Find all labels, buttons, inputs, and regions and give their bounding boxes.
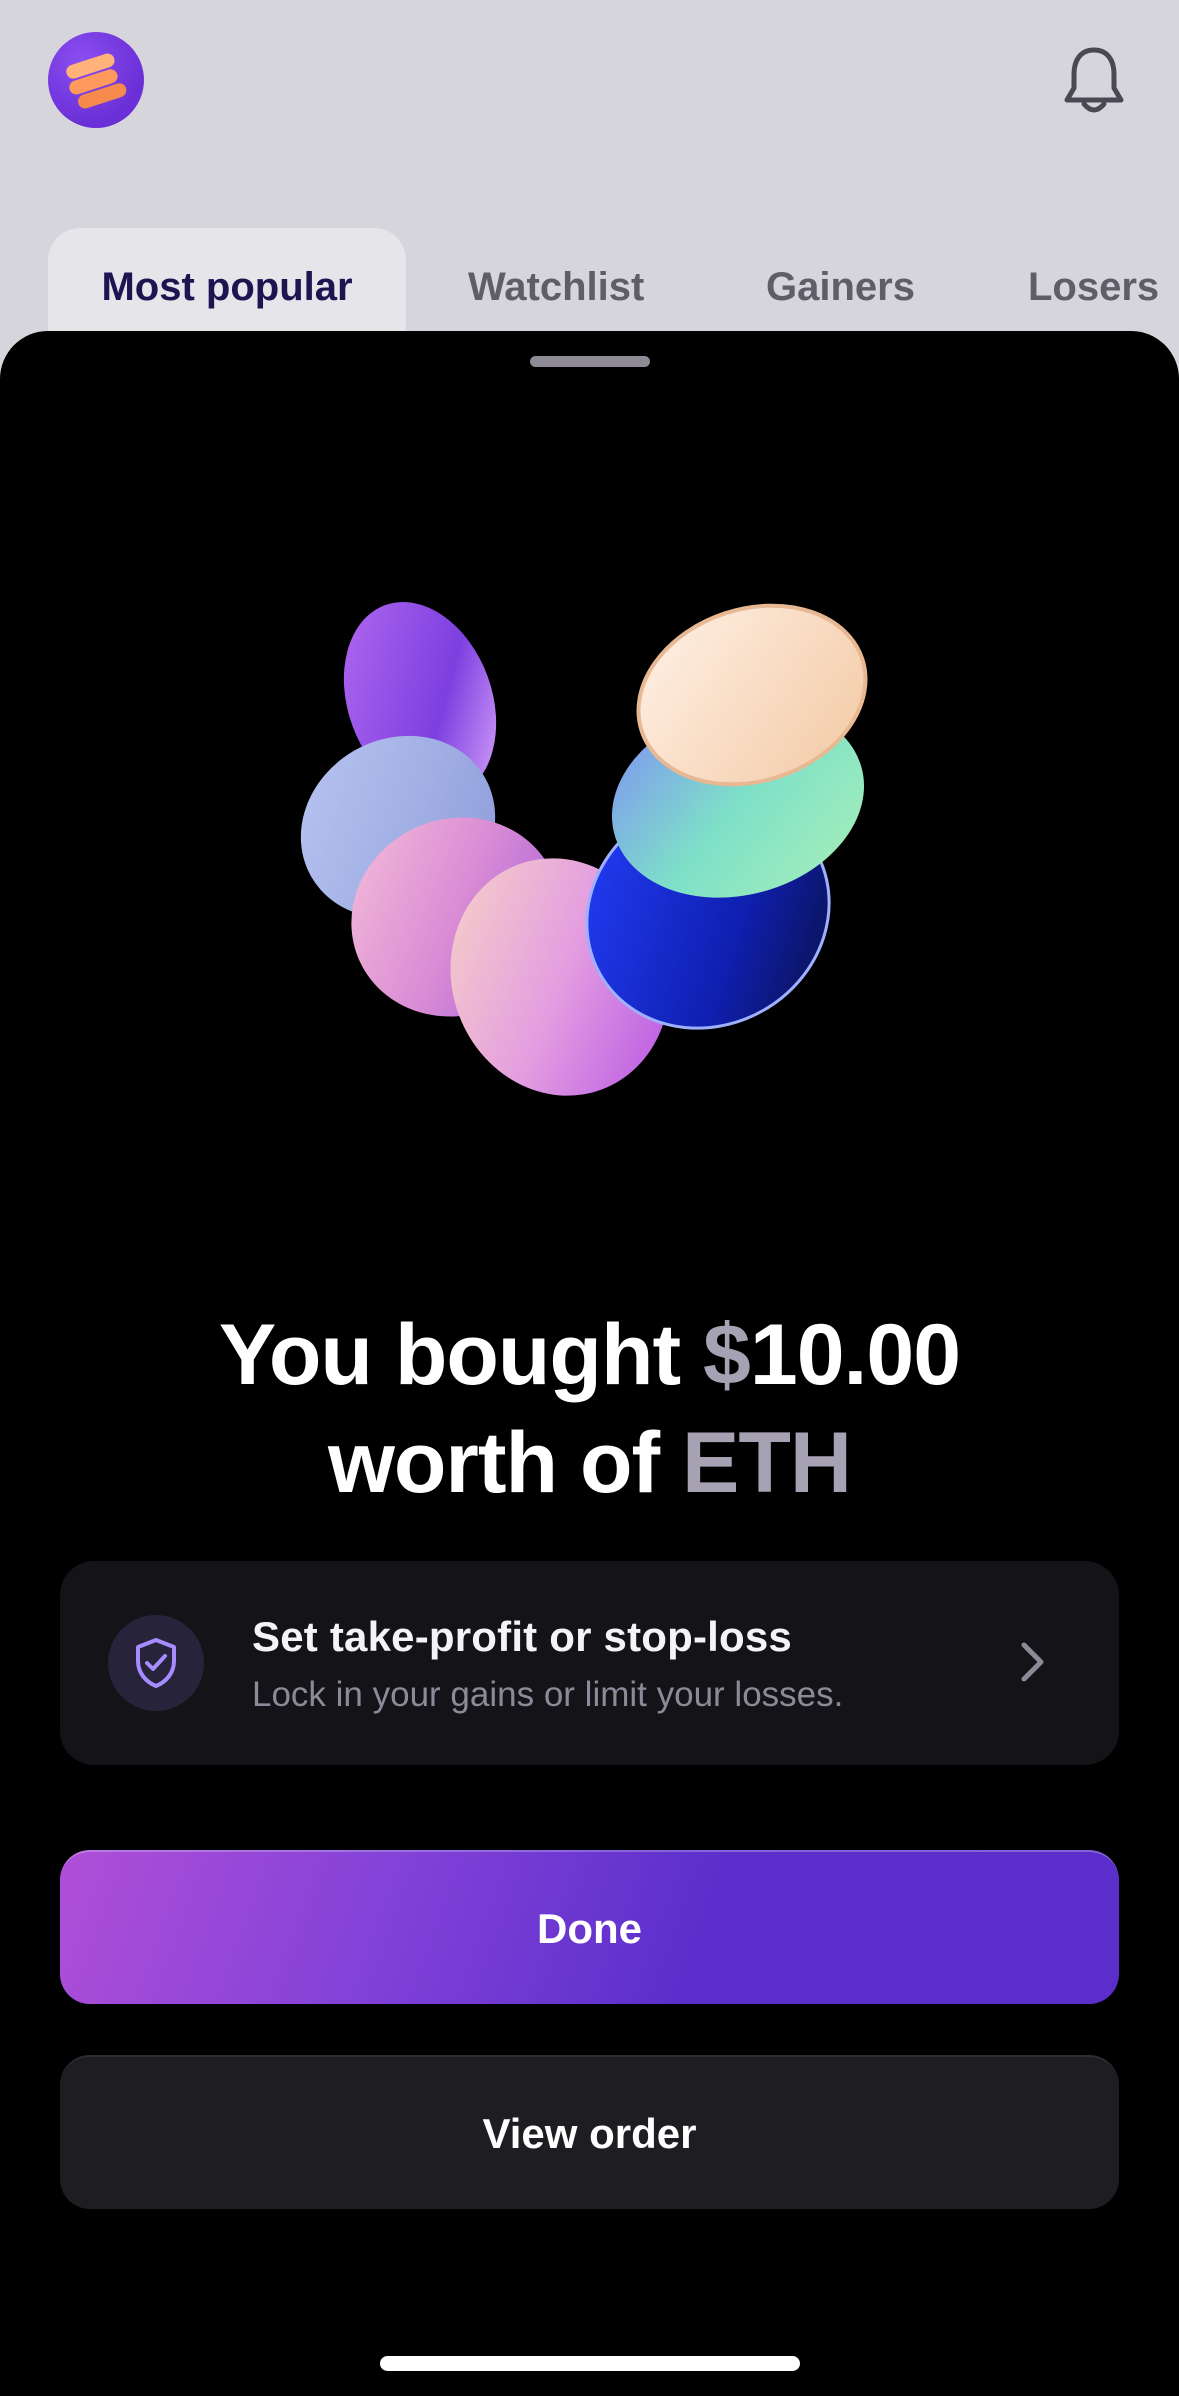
headline-line-1: You bought $10.00: [0, 1301, 1179, 1409]
currency-symbol: $: [703, 1307, 751, 1403]
card-subtitle: Lock in your gains or limit your losses.: [252, 1675, 844, 1714]
floating-coins-illustration: [280, 591, 920, 1191]
purchase-amount: 10.00: [749, 1307, 961, 1403]
home-indicator[interactable]: [380, 2356, 800, 2371]
chevron-right-icon: [1018, 1639, 1048, 1690]
purchase-headline: You bought $10.00 worth of ETH: [0, 1301, 1179, 1517]
take-profit-stop-loss-card[interactable]: Set take-profit or stop-loss Lock in you…: [60, 1561, 1119, 1765]
card-title: Set take-profit or stop-loss: [252, 1613, 792, 1660]
shield-check-icon: [108, 1615, 204, 1711]
tab-most-popular[interactable]: Most popular: [48, 228, 406, 338]
headline-line-2: worth of ETH: [0, 1409, 1179, 1517]
tab-gainers[interactable]: Gainers: [766, 228, 915, 338]
asset-symbol: ETH: [682, 1415, 852, 1511]
app-logo-icon[interactable]: [48, 32, 144, 128]
done-button[interactable]: Done: [60, 1850, 1119, 2004]
bell-icon[interactable]: [1062, 44, 1126, 116]
tab-losers[interactable]: Losers: [1028, 228, 1159, 338]
headline-worth-of: worth of: [327, 1415, 683, 1511]
screen: Most popular Watchlist Gainers Losers Yo…: [0, 0, 1179, 2396]
tab-bar: Most popular Watchlist Gainers Losers: [48, 228, 1179, 338]
view-order-button[interactable]: View order: [60, 2055, 1119, 2209]
sheet-grabber[interactable]: [530, 356, 650, 367]
purchase-confirmation-sheet: You bought $10.00 worth of ETH Set take-…: [0, 331, 1179, 2396]
tab-watchlist[interactable]: Watchlist: [468, 228, 644, 338]
headline-prefix: You bought: [218, 1307, 704, 1403]
